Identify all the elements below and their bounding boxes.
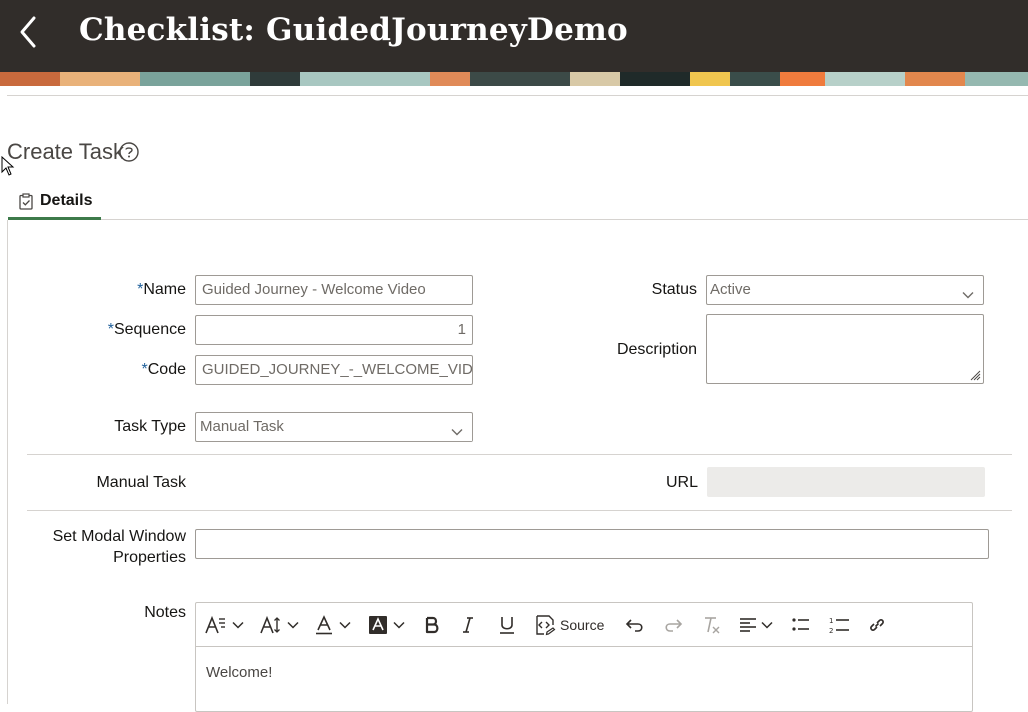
- bulleted-list-icon: [792, 618, 809, 631]
- chevron-down-icon: [339, 621, 351, 629]
- description-textarea[interactable]: [706, 314, 984, 384]
- notes-label: Notes: [144, 604, 186, 621]
- section-title: Create Task: [7, 139, 124, 164]
- tabs-divider: [101, 219, 1028, 220]
- insert-link-button[interactable]: [867, 613, 887, 637]
- bold-button[interactable]: [422, 613, 442, 637]
- tab-details[interactable]: Details: [8, 183, 101, 220]
- chevron-down-icon: [393, 621, 405, 629]
- bold-icon: [425, 616, 439, 634]
- italic-icon: [463, 617, 473, 633]
- source-label: Source: [560, 617, 605, 633]
- divider: [7, 95, 1028, 96]
- chevron-down-icon[interactable]: [451, 423, 463, 436]
- help-icon[interactable]: [118, 141, 140, 163]
- name-label: *Name: [137, 281, 186, 298]
- manual-task-label: Manual Task: [96, 474, 186, 491]
- status-label: Status: [651, 281, 697, 298]
- chevron-down-icon[interactable]: [962, 286, 974, 299]
- status-value: Active: [710, 281, 751, 298]
- task-type-label: Task Type: [114, 418, 186, 435]
- url-field: [707, 467, 985, 497]
- remove-format-button[interactable]: [702, 613, 722, 637]
- back-arrow-icon[interactable]: [14, 14, 44, 50]
- name-input[interactable]: Guided Journey - Welcome Video: [195, 275, 473, 305]
- panel-border: [7, 220, 8, 704]
- alignment-dropdown[interactable]: [738, 613, 774, 637]
- status-select[interactable]: Active: [706, 275, 984, 305]
- undo-button[interactable]: [625, 613, 645, 637]
- divider: [27, 510, 1012, 511]
- numbered-list-icon: 12: [829, 617, 849, 635]
- editor-toolbar: Source 12: [196, 603, 972, 647]
- link-icon: [870, 619, 884, 631]
- bulleted-list-button[interactable]: [791, 613, 811, 637]
- notes-content: Welcome!: [206, 664, 273, 681]
- tab-label: Details: [40, 192, 93, 209]
- resize-handle-icon[interactable]: [969, 369, 981, 381]
- align-left-icon: [740, 618, 756, 632]
- underline-button[interactable]: [497, 613, 517, 637]
- svg-text:1: 1: [829, 617, 833, 625]
- code-input[interactable]: GUIDED_JOURNEY_-_WELCOME_VIDEC: [195, 355, 473, 385]
- redo-icon: [665, 619, 683, 632]
- notes-rich-text-editor[interactable]: Source 12 Welcome!: [195, 602, 973, 712]
- font-size-dropdown[interactable]: [260, 613, 300, 637]
- underline-icon: [500, 617, 514, 634]
- sequence-input[interactable]: 1: [195, 315, 473, 345]
- clear-formatting-icon: [705, 617, 720, 634]
- clipboard-check-icon: [19, 193, 33, 210]
- url-label: URL: [665, 474, 698, 491]
- source-code-icon: [536, 615, 556, 636]
- chevron-down-icon: [761, 621, 773, 629]
- font-size-icon: [260, 615, 280, 634]
- background-color-icon: [369, 616, 387, 634]
- chevron-down-icon: [287, 621, 299, 629]
- chevron-down-icon: [232, 621, 244, 629]
- font-style-icon: [205, 615, 225, 634]
- italic-button[interactable]: [458, 613, 478, 637]
- page-title: Checklist: GuidedJourneyDemo: [79, 12, 628, 48]
- code-label: *Code: [141, 361, 186, 378]
- font-style-dropdown[interactable]: [205, 613, 245, 637]
- header-banner-image: [0, 72, 1028, 86]
- svg-text:2: 2: [829, 627, 833, 635]
- sequence-label: *Sequence: [107, 321, 186, 338]
- divider: [27, 454, 1012, 455]
- redo-button[interactable]: [663, 613, 683, 637]
- task-type-value: Manual Task: [200, 418, 284, 435]
- task-type-select[interactable]: Manual Task: [195, 412, 473, 442]
- undo-icon: [625, 619, 643, 632]
- text-color-dropdown[interactable]: [314, 613, 352, 637]
- modal-window-label: Set Modal Window Properties: [52, 528, 186, 566]
- text-color-icon: [316, 615, 332, 635]
- source-button[interactable]: Source: [534, 613, 604, 637]
- description-label: Description: [616, 341, 697, 358]
- select-divider: [443, 440, 472, 441]
- modal-window-input[interactable]: [195, 529, 989, 559]
- highlight-color-dropdown[interactable]: [368, 613, 406, 637]
- page-header: Checklist: GuidedJourneyDemo: [0, 0, 1028, 72]
- numbered-list-button[interactable]: 12: [828, 613, 850, 637]
